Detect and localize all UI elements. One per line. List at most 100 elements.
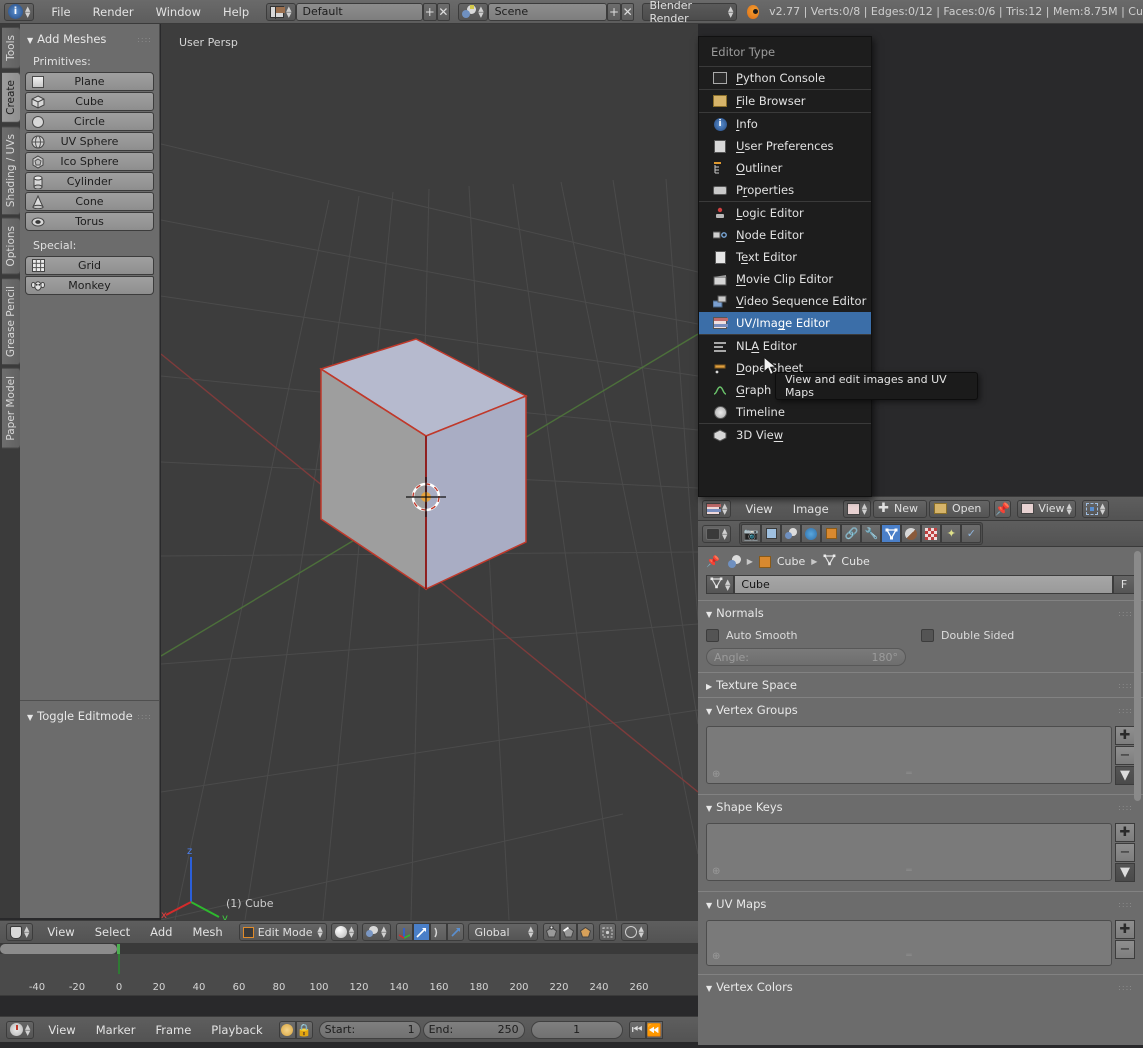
remove-uv-map-button[interactable]: − <box>1115 940 1135 959</box>
vertex-groups-list[interactable]: ⊕ ═ <box>706 726 1112 784</box>
auto-smooth-row[interactable]: Auto Smooth <box>698 625 913 646</box>
timeline-ruler[interactable]: -40 -20 0 20 40 60 80 100 120 140 160 18… <box>0 974 698 996</box>
timeline-scrollbar[interactable] <box>0 944 117 954</box>
viewport-editor-type-button[interactable]: ▲▼ <box>6 923 33 941</box>
delete-screen-layout-button[interactable]: ✕ <box>437 3 451 21</box>
section-header-shape-keys[interactable]: ▼Shape Keys :::: <box>698 794 1143 819</box>
timeline-editor-type-button[interactable]: ▲▼ <box>6 1021 34 1039</box>
uv-view-mode-selector[interactable]: View ▲▼ <box>1017 500 1076 518</box>
timeline-menu-frame[interactable]: Frame <box>145 1023 201 1037</box>
double-sided-row[interactable]: Double Sided <box>913 625 1022 646</box>
3d-viewport[interactable]: z y x User Persp (1) Cube <box>161 24 698 920</box>
pin-icon[interactable]: 📌 <box>994 500 1011 518</box>
properties-scrollbar[interactable] <box>1134 551 1141 801</box>
sidebar-tab-grease-pencil[interactable]: Grease Pencil <box>2 278 21 365</box>
menu-item-file-browser[interactable]: File Browser <box>699 90 871 112</box>
vertex-select-icon[interactable] <box>543 923 560 941</box>
constraints-tab[interactable]: 🔗 <box>841 524 861 543</box>
menu-item-3d-view[interactable]: 3D View <box>699 424 871 446</box>
screen-layout-browse-button[interactable]: ▲▼ <box>266 3 295 21</box>
menu-render[interactable]: Render <box>82 5 145 19</box>
viewport-shading-selector[interactable]: ▲▼ <box>331 923 358 941</box>
pivot-selector[interactable]: ▲▼ <box>1082 500 1109 518</box>
add-plane-button[interactable]: Plane <box>25 72 154 91</box>
lock-icon[interactable]: 🔒 <box>296 1021 313 1039</box>
uv-maps-list[interactable]: ⊕ ═ <box>706 920 1112 966</box>
modifiers-tab[interactable]: 🔧 <box>861 524 881 543</box>
occlude-geometry-icon[interactable] <box>599 923 616 941</box>
face-select-icon[interactable] <box>577 923 594 941</box>
fake-user-button[interactable]: F <box>1113 575 1135 594</box>
uv-menu-image[interactable]: Image <box>783 502 839 516</box>
shape-keys-list[interactable]: ⊕ ═ <box>706 823 1112 881</box>
add-torus-button[interactable]: Torus <box>25 212 154 231</box>
physics-tab[interactable]: ✓ <box>961 524 981 543</box>
sidebar-tab-paper-model[interactable]: Paper Model <box>2 368 21 449</box>
screen-layout-name[interactable]: Default <box>296 3 423 21</box>
current-frame-field[interactable]: 1 <box>531 1021 623 1039</box>
sidebar-tab-create[interactable]: Create <box>2 72 21 123</box>
menu-item-video-sequence-editor[interactable]: Video Sequence Editor <box>699 290 871 312</box>
sidebar-tab-shading-uvs[interactable]: Shading / UVs <box>2 126 21 215</box>
timeline-menu-marker[interactable]: Marker <box>86 1023 146 1037</box>
auto-smooth-checkbox[interactable] <box>706 629 719 642</box>
toggle-editmode-header[interactable]: ▼Toggle Editmode :::: <box>25 707 154 729</box>
auto-smooth-angle-slider[interactable]: Angle: 180° <box>706 648 906 666</box>
properties-editor-type-button[interactable]: ▲▼ <box>702 525 731 543</box>
scene-icon[interactable] <box>728 555 741 568</box>
section-header-vertex-colors[interactable]: ▼Vertex Colors :::: <box>698 974 1143 999</box>
jump-to-start-icon[interactable]: ⏮ <box>629 1021 646 1039</box>
menu-item-outliner[interactable]: Outliner <box>699 157 871 179</box>
breadcrumb-object-name[interactable]: Cube <box>777 555 805 568</box>
viewport-menu-select[interactable]: Select <box>85 925 140 939</box>
add-cube-button[interactable]: Cube <box>25 92 154 111</box>
image-browse-button[interactable]: ▲▼ <box>843 500 871 518</box>
scene-browse-button[interactable]: ▲▼ <box>458 3 487 21</box>
proportional-edit-selector[interactable]: ▲▼ <box>621 923 648 941</box>
editor-type-dropdown[interactable]: Editor Type PPython Consoleython Console… <box>698 36 872 497</box>
menu-item-nla-editor[interactable]: NLA Editor <box>699 335 871 357</box>
sidebar-tab-tools[interactable]: Tools <box>2 27 21 69</box>
menu-window[interactable]: Window <box>145 5 212 19</box>
vertex-group-specials-button[interactable]: ▼ <box>1115 766 1135 785</box>
add-monkey-button[interactable]: Monkey <box>25 276 154 295</box>
add-vertex-group-button[interactable]: ✚ <box>1115 726 1135 745</box>
transform-orientation-selector[interactable]: Global ▲▼ <box>468 923 538 941</box>
add-row-icon[interactable]: ⊕ <box>712 769 720 780</box>
material-tab[interactable] <box>901 524 921 543</box>
object-tab[interactable] <box>821 524 841 543</box>
viewport-menu-view[interactable]: View <box>37 925 84 939</box>
menu-item-uv-image-editor[interactable]: UV/Image Editor <box>699 312 871 334</box>
interaction-mode-selector[interactable]: Edit Mode ▲▼ <box>239 923 327 941</box>
add-meshes-panel-header[interactable]: ▼Add Meshes :::: <box>25 30 154 52</box>
section-header-vertex-groups[interactable]: ▼Vertex Groups :::: <box>698 697 1143 722</box>
menu-item-timeline[interactable]: Timeline <box>699 401 871 423</box>
translate-manipulator-icon[interactable] <box>396 923 413 941</box>
menu-item-user-preferences[interactable]: User Preferences <box>699 135 871 157</box>
texture-tab[interactable] <box>921 524 941 543</box>
scene-name[interactable]: Scene <box>488 3 608 21</box>
sidebar-tab-options[interactable]: Options <box>2 218 21 275</box>
previous-keyframe-icon[interactable]: ⏪ <box>646 1021 663 1039</box>
add-scene-button[interactable]: + <box>607 3 621 21</box>
add-ico-sphere-button[interactable]: Ico Sphere <box>25 152 154 171</box>
menu-item-node-editor[interactable]: Node Editor <box>699 224 871 246</box>
pin-icon[interactable]: 📌 <box>706 555 720 568</box>
scene-tab[interactable] <box>781 524 801 543</box>
resize-grip-icon[interactable]: ═ <box>906 951 911 961</box>
section-header-normals[interactable]: ▼Normals :::: <box>698 600 1143 625</box>
snap-element-selector[interactable]: ▲▼ <box>362 923 390 941</box>
add-grid-button[interactable]: Grid <box>25 256 154 275</box>
shape-key-specials-button[interactable]: ▼ <box>1115 863 1135 882</box>
world-tab[interactable] <box>801 524 821 543</box>
menu-item-movie-clip-editor[interactable]: Movie Clip Editor <box>699 268 871 290</box>
menu-item-info[interactable]: i Info <box>699 113 871 135</box>
uv-menu-view[interactable]: View <box>735 502 782 516</box>
timeline-menu-playback[interactable]: Playback <box>201 1023 272 1037</box>
menu-item-python-console[interactable]: PPython Consoleython Console <box>699 67 871 89</box>
remove-vertex-group-button[interactable]: − <box>1115 746 1135 765</box>
section-header-uv-maps[interactable]: ▼UV Maps :::: <box>698 891 1143 916</box>
menu-file[interactable]: File <box>40 5 81 19</box>
add-shape-key-button[interactable]: ✚ <box>1115 823 1135 842</box>
breadcrumb-data-name[interactable]: Cube <box>841 555 869 568</box>
